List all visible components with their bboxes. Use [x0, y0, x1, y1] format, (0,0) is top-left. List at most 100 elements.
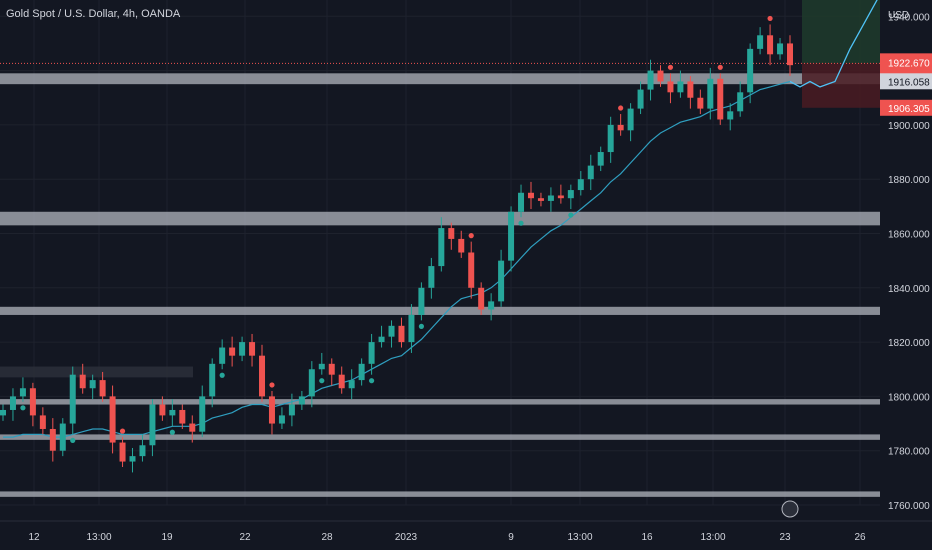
support-resistance-zones: [0, 73, 880, 497]
candle-body: [757, 35, 764, 49]
candle-body: [428, 266, 435, 288]
signal-dot: [269, 382, 275, 388]
price-chart[interactable]: USD1940.0001920.0001900.0001880.0001860.…: [0, 0, 932, 550]
price-tick-label: 1840.000: [888, 284, 930, 295]
signal-dot: [368, 378, 375, 384]
candle-body: [308, 369, 315, 397]
signal-dot: [219, 372, 225, 378]
candle-body: [787, 43, 793, 66]
candle-body: [567, 190, 574, 199]
candle-body: [39, 415, 46, 429]
candle-body: [109, 396, 116, 443]
candle-body: [687, 81, 694, 98]
candle-body: [737, 92, 744, 112]
candle-body: [468, 252, 475, 288]
candle-body: [29, 388, 36, 416]
time-tick-label: 13:00: [86, 532, 111, 543]
stop-price-label: 1906.305: [888, 104, 930, 115]
time-tick-label: 16: [641, 532, 653, 543]
signal-dot: [418, 323, 425, 329]
level-price-label: 1916.058: [888, 77, 930, 88]
candle-body: [249, 342, 256, 356]
candle-body: [49, 428, 56, 451]
candle-body: [59, 423, 66, 451]
candle-body: [19, 388, 26, 397]
candle-body: [597, 152, 604, 166]
time-tick-label: 9: [508, 532, 514, 543]
time-tick-label: 13:00: [700, 532, 725, 543]
time-tick-label: 19: [161, 532, 173, 543]
candle-body: [159, 404, 166, 416]
candle-body: [268, 396, 275, 424]
candle-body: [338, 374, 345, 389]
target-zone: [802, 0, 880, 64]
candle-body: [239, 342, 246, 356]
candle-body: [587, 165, 594, 180]
candle-body: [189, 423, 196, 432]
candle-body: [388, 325, 395, 337]
sr-zone: [0, 211, 880, 226]
candle-body: [707, 78, 714, 109]
price-tick-label: 1880.000: [888, 175, 930, 186]
signal-dot: [70, 437, 76, 444]
candle-body: [518, 192, 525, 212]
candle-body: [767, 35, 774, 55]
candle-body: [9, 396, 16, 410]
signal-dot: [667, 64, 674, 70]
candle-body: [547, 195, 554, 201]
candle-body: [747, 48, 754, 93]
time-tick-label: 23: [779, 532, 791, 543]
candle-body: [298, 396, 305, 405]
candle-body: [508, 211, 515, 261]
price-tick-label: 1900.000: [888, 121, 930, 132]
candle-body: [527, 192, 534, 199]
moving-average-line: [3, 80, 791, 438]
event-marker: [781, 500, 799, 518]
signal-dot: [518, 220, 524, 226]
candle-body: [129, 456, 136, 462]
candle-body: [777, 43, 784, 55]
price-axis: USD1940.0001920.0001900.0001880.0001860.…: [880, 0, 932, 550]
candle-body: [667, 81, 674, 93]
chart-markers: [781, 500, 799, 518]
candle-body: [607, 124, 614, 153]
candle-body: [458, 238, 465, 253]
candle-body: [478, 287, 485, 310]
candle-body: [448, 228, 455, 239]
candle-body: [139, 445, 146, 457]
candle-body: [557, 195, 564, 199]
candle-body: [179, 409, 186, 424]
candle-body: [408, 314, 415, 343]
chart-title: Gold Spot / U.S. Dollar, 4h, OANDA: [6, 8, 181, 20]
candle-body: [259, 355, 266, 397]
price-tick-label: 1780.000: [888, 447, 930, 458]
price-tick-label: 1800.000: [888, 392, 930, 403]
candle-body: [418, 287, 425, 315]
candle-body: [79, 374, 86, 389]
price-tick-label: 1940.000: [888, 12, 930, 23]
candle-body: [328, 363, 335, 375]
candle-body: [169, 409, 176, 416]
candle-body: [0, 409, 6, 416]
signal-dot: [169, 429, 175, 435]
candle-body: [358, 363, 365, 381]
candle-body: [677, 81, 684, 93]
candle-body: [209, 363, 216, 397]
candle-body: [717, 78, 724, 120]
sr-zone: [0, 434, 880, 440]
candle-body: [318, 363, 325, 370]
sr-zone: [0, 491, 880, 497]
candle-body: [288, 404, 295, 416]
candle-body: [398, 325, 405, 343]
time-tick-label: 12: [28, 532, 40, 543]
candle-body: [617, 124, 624, 131]
candle-body: [99, 380, 106, 397]
candle-body: [637, 89, 644, 109]
signal-dot: [119, 428, 126, 434]
signal-dot: [468, 233, 474, 239]
candle-body: [647, 70, 654, 90]
sr-zone: [0, 399, 880, 405]
candle-body: [657, 70, 664, 82]
time-tick-label: 28: [321, 532, 333, 543]
time-axis: 12 13:00 19 22 28 2023 9 13:00 16 13:00 23 26: [0, 520, 932, 543]
